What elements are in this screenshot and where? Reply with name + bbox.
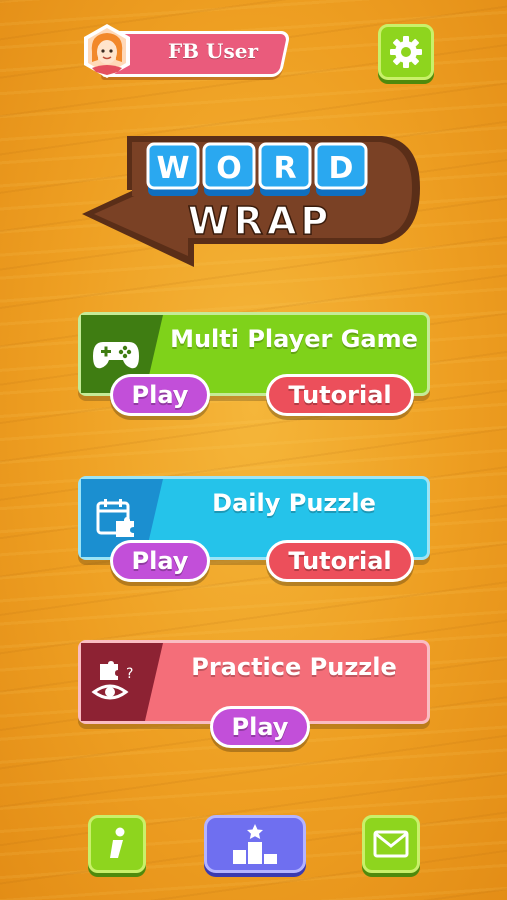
multiplayer-play-button[interactable]: Play (110, 374, 210, 416)
logo-letter-tile: O (202, 142, 256, 196)
leaderboard-button[interactable] (204, 815, 306, 873)
info-icon (110, 827, 125, 858)
logo-letter: R (273, 151, 296, 186)
game-logo: WORD WRAP (82, 132, 422, 270)
daily-puzzle-title: Daily Puzzle (212, 489, 376, 517)
logo-letter-tile: D (314, 142, 368, 196)
logo-letter: O (216, 151, 242, 186)
profile-name: FB User (167, 39, 259, 63)
multiplayer-title: Multi Player Game (170, 325, 418, 353)
logo-letter: W (156, 151, 189, 186)
user-avatar-icon (78, 22, 136, 80)
multiplayer-tutorial-button[interactable]: Tutorial (266, 374, 414, 416)
daily-puzzle-tutorial-button[interactable]: Tutorial (266, 540, 414, 582)
practice-puzzle-play-button[interactable]: Play (210, 706, 310, 748)
practice-puzzle-title: Practice Puzzle (191, 653, 397, 681)
podium-icon (233, 824, 277, 864)
puzzle-eye-icon: ? (81, 643, 163, 721)
mail-button[interactable] (362, 815, 420, 873)
mail-icon (373, 830, 409, 858)
logo-letter-tile: R (258, 142, 312, 196)
info-button[interactable] (88, 815, 146, 873)
gear-icon (390, 36, 422, 68)
daily-puzzle-play-button[interactable]: Play (110, 540, 210, 582)
svg-text:?: ? (126, 666, 133, 682)
logo-letter: D (329, 151, 354, 186)
logo-wrap-text: WRAP (188, 199, 332, 243)
settings-button[interactable] (378, 24, 434, 80)
profile-badge[interactable]: FB User (78, 22, 291, 82)
logo-letter-tile: W (146, 142, 200, 196)
